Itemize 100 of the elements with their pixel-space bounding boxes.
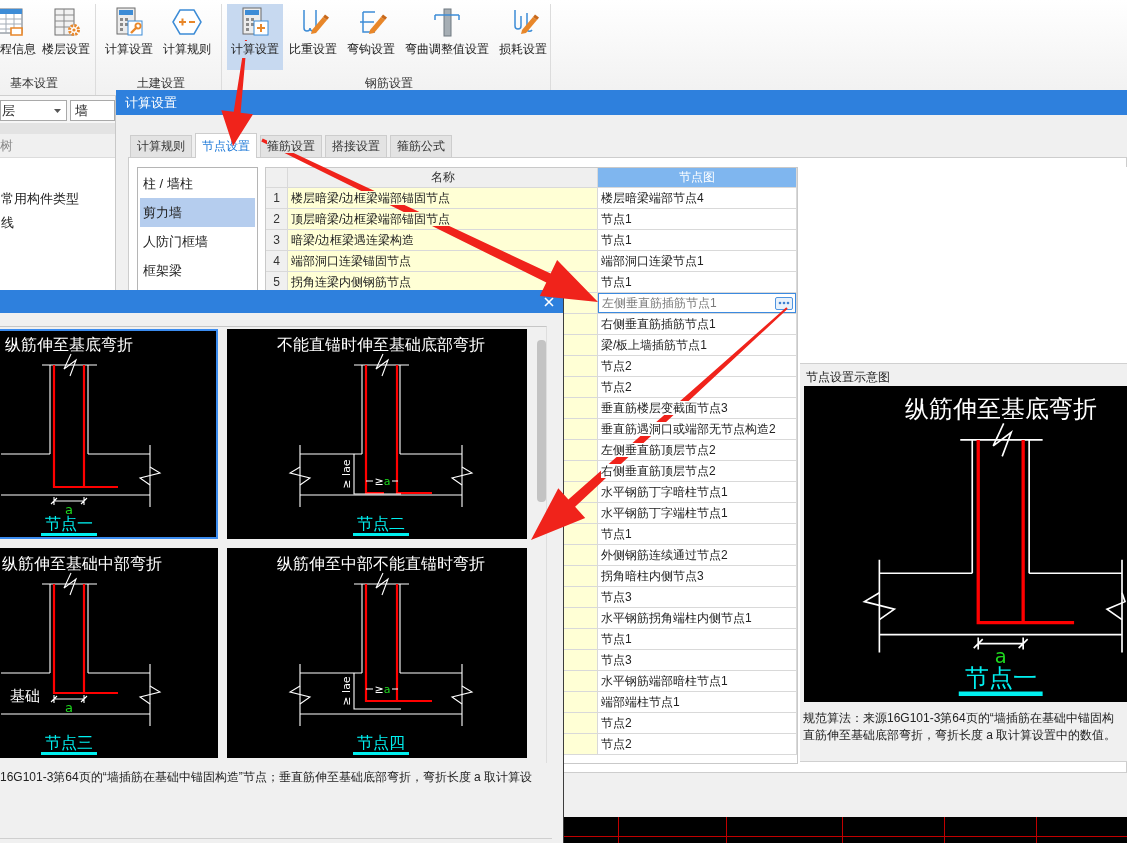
table-cell bbox=[564, 629, 597, 649]
table-cell[interactable]: 梁/板上墙插筋节点1 bbox=[598, 335, 797, 356]
table-cell[interactable]: 左侧垂直筋顶层节点2 bbox=[598, 440, 797, 461]
description-text: 直筋伸至基础底部弯折，弯折长度 a 取计算设置中的数值。 bbox=[803, 727, 1118, 744]
category-item[interactable]: 框架梁 bbox=[140, 256, 255, 285]
field-value: 左侧垂直筋插筋节点1 bbox=[602, 295, 717, 312]
ribbon-button[interactable]: 楼层设置 bbox=[38, 4, 94, 70]
ribbon-button[interactable]: 弯曲调整值设置 bbox=[401, 4, 493, 70]
description-text: 16G101-3第64页的“墙插筋在基础中锚固构造”节点；垂直筋伸至基础底部弯折，弯折长度 a 取计算设 bbox=[0, 770, 534, 785]
caret-icon bbox=[54, 108, 61, 113]
table-cell[interactable]: 端部端柱节点1 bbox=[598, 692, 797, 713]
tab[interactable]: 节点设置 bbox=[195, 133, 257, 158]
dots-icon bbox=[778, 301, 790, 305]
dimension-label: a bbox=[65, 700, 73, 715]
column-icon bbox=[431, 6, 463, 38]
category-item[interactable]: 人防门框墙 bbox=[140, 227, 255, 256]
dimension-label: ≥a bbox=[374, 475, 391, 488]
table-cell[interactable]: 垂直筋遇洞口或端部无节点构造2 bbox=[598, 419, 797, 440]
table-cell[interactable]: 垂直筋楼层变截面节点3 bbox=[598, 398, 797, 419]
tree-item[interactable]: 常用构件类型 bbox=[0, 187, 115, 211]
ribbon-button[interactable]: 计算规则 bbox=[159, 4, 215, 70]
table-cell bbox=[564, 356, 597, 376]
table-cell[interactable]: 楼层暗梁端部节点4 bbox=[598, 188, 797, 209]
dimension-label: ≥a bbox=[374, 683, 391, 696]
table-cell[interactable]: 右侧垂直筋插筋节点1 bbox=[598, 314, 797, 335]
anchorage-label: ≥ lae bbox=[339, 459, 353, 489]
tab[interactable]: 箍筋设置 bbox=[260, 135, 322, 157]
table-icon bbox=[0, 6, 26, 38]
category-item[interactable]: 剪力墙 bbox=[140, 198, 255, 227]
ribbon-group-label: 基本设置 bbox=[8, 75, 59, 92]
ribbon-button[interactable]: 计算设置 bbox=[227, 4, 283, 70]
table-cell[interactable]: 节点1 bbox=[598, 209, 797, 230]
diagram-title: 不能直锚时伸至基础底部弯折 bbox=[277, 335, 485, 354]
table-cell[interactable]: 节点3 bbox=[598, 587, 797, 608]
calculator-plus-icon bbox=[239, 6, 271, 38]
node-caption: 节点三 bbox=[41, 733, 97, 755]
ribbon-button[interactable]: 弯钩设置 bbox=[343, 4, 399, 70]
table-cell: 顶层暗梁/边框梁端部锚固节点 bbox=[288, 209, 598, 230]
node-caption: 节点一 bbox=[41, 514, 97, 536]
table-cell[interactable]: 节点1 bbox=[598, 524, 797, 545]
hexagon-plus-minus-icon bbox=[171, 6, 203, 38]
tab[interactable]: 计算规则 bbox=[130, 135, 192, 157]
cell-edit-field[interactable]: 左侧垂直筋插筋节点1 bbox=[598, 293, 797, 314]
table-cell[interactable]: 水平钢筋拐角端柱内侧节点1 bbox=[598, 608, 797, 629]
table-cell[interactable]: 节点3 bbox=[598, 650, 797, 671]
table-cell[interactable]: 拐角暗柱内侧节点3 bbox=[598, 566, 797, 587]
ribbon-button[interactable]: 损耗设置 bbox=[495, 4, 551, 70]
table-cell: 暗梁/边框梁遇连梁构造 bbox=[288, 230, 598, 251]
column-header: 节点图 bbox=[598, 168, 797, 188]
table-cell[interactable]: 节点2 bbox=[598, 377, 797, 398]
foundation-label: 基础 bbox=[10, 687, 40, 705]
node-caption: 节点四 bbox=[353, 733, 409, 755]
diagram-title: 纵筋伸至基底弯折 bbox=[5, 335, 133, 354]
table-cell[interactable]: 水平钢筋端部暗柱节点1 bbox=[598, 671, 797, 692]
table-cell[interactable]: 右侧垂直筋顶层节点2 bbox=[598, 461, 797, 482]
ribbon-group-label: 土建设置 bbox=[136, 75, 186, 92]
row-number: 1 bbox=[266, 188, 288, 209]
ellipsis-button[interactable] bbox=[775, 296, 793, 310]
table-cell[interactable]: 水平钢筋丁字端柱节点1 bbox=[598, 503, 797, 524]
tree-item[interactable]: 线 bbox=[0, 211, 115, 235]
anchorage-label: ≥ lae bbox=[339, 676, 353, 706]
table-cell bbox=[564, 461, 597, 481]
category-item[interactable]: 柱 / 墙柱 bbox=[140, 169, 255, 198]
table-cell bbox=[564, 419, 597, 439]
tab[interactable]: 搭接设置 bbox=[325, 135, 387, 157]
tree-header: 树 bbox=[0, 134, 115, 158]
table-cell: 端部洞口连梁锚固节点 bbox=[288, 251, 598, 272]
scrollbar-thumb[interactable] bbox=[537, 340, 546, 502]
table-cell bbox=[564, 377, 597, 397]
close-icon[interactable] bbox=[544, 296, 554, 307]
ribbon-button[interactable]: 计算设置 bbox=[101, 4, 157, 70]
table-cell[interactable]: 外侧钢筋连续通过节点2 bbox=[598, 545, 797, 566]
table-cell bbox=[564, 335, 597, 355]
node-card[interactable]: 纵筋伸至基础中部弯折 a 基础 节点三 bbox=[0, 548, 218, 758]
description-text: 规范算法：来源16G101-3第64页的“墙插筋在基础中锚固构 bbox=[803, 710, 1115, 727]
node-card[interactable]: 纵筋伸至中部不能直锚时弯折 ≥a ≥ lae 节点四 bbox=[227, 548, 527, 758]
table-cell[interactable]: 节点2 bbox=[598, 734, 797, 755]
table-cell bbox=[564, 608, 597, 628]
diagram-title: 纵筋伸至基底弯折 bbox=[904, 395, 1097, 424]
table-cell[interactable]: 节点1 bbox=[598, 272, 797, 293]
node-card[interactable]: 不能直锚时伸至基础底部弯折 ≥a ≥ lae 节点二 bbox=[227, 329, 527, 539]
table-cell bbox=[564, 545, 597, 565]
header-cell bbox=[266, 168, 288, 188]
table-cell[interactable]: 水平钢筋丁字暗柱节点1 bbox=[598, 482, 797, 503]
floor-dropdown[interactable]: 层 bbox=[0, 100, 67, 121]
table-cell[interactable]: 节点2 bbox=[598, 356, 797, 377]
table-cell[interactable]: 节点2 bbox=[598, 713, 797, 734]
table-cell[interactable]: 端部洞口连梁节点1 bbox=[598, 251, 797, 272]
node-card[interactable]: 纵筋伸至基底弯折 a 节点一 bbox=[0, 329, 218, 539]
row-number: 4 bbox=[266, 251, 288, 272]
ribbon-button[interactable]: 比重设置 bbox=[285, 4, 341, 70]
ribbon-button[interactable]: 程信息 bbox=[0, 4, 36, 70]
type-field[interactable]: 墙 bbox=[70, 100, 115, 121]
table-cell bbox=[564, 440, 597, 460]
table-cell bbox=[564, 671, 597, 691]
table-cell[interactable]: 节点1 bbox=[598, 230, 797, 251]
tab[interactable]: 箍筋公式 bbox=[390, 135, 452, 157]
table-cell[interactable]: 节点1 bbox=[598, 629, 797, 650]
diagram-title: 纵筋伸至中部不能直锚时弯折 bbox=[277, 554, 485, 573]
diagram-title: 纵筋伸至基础中部弯折 bbox=[2, 554, 162, 573]
